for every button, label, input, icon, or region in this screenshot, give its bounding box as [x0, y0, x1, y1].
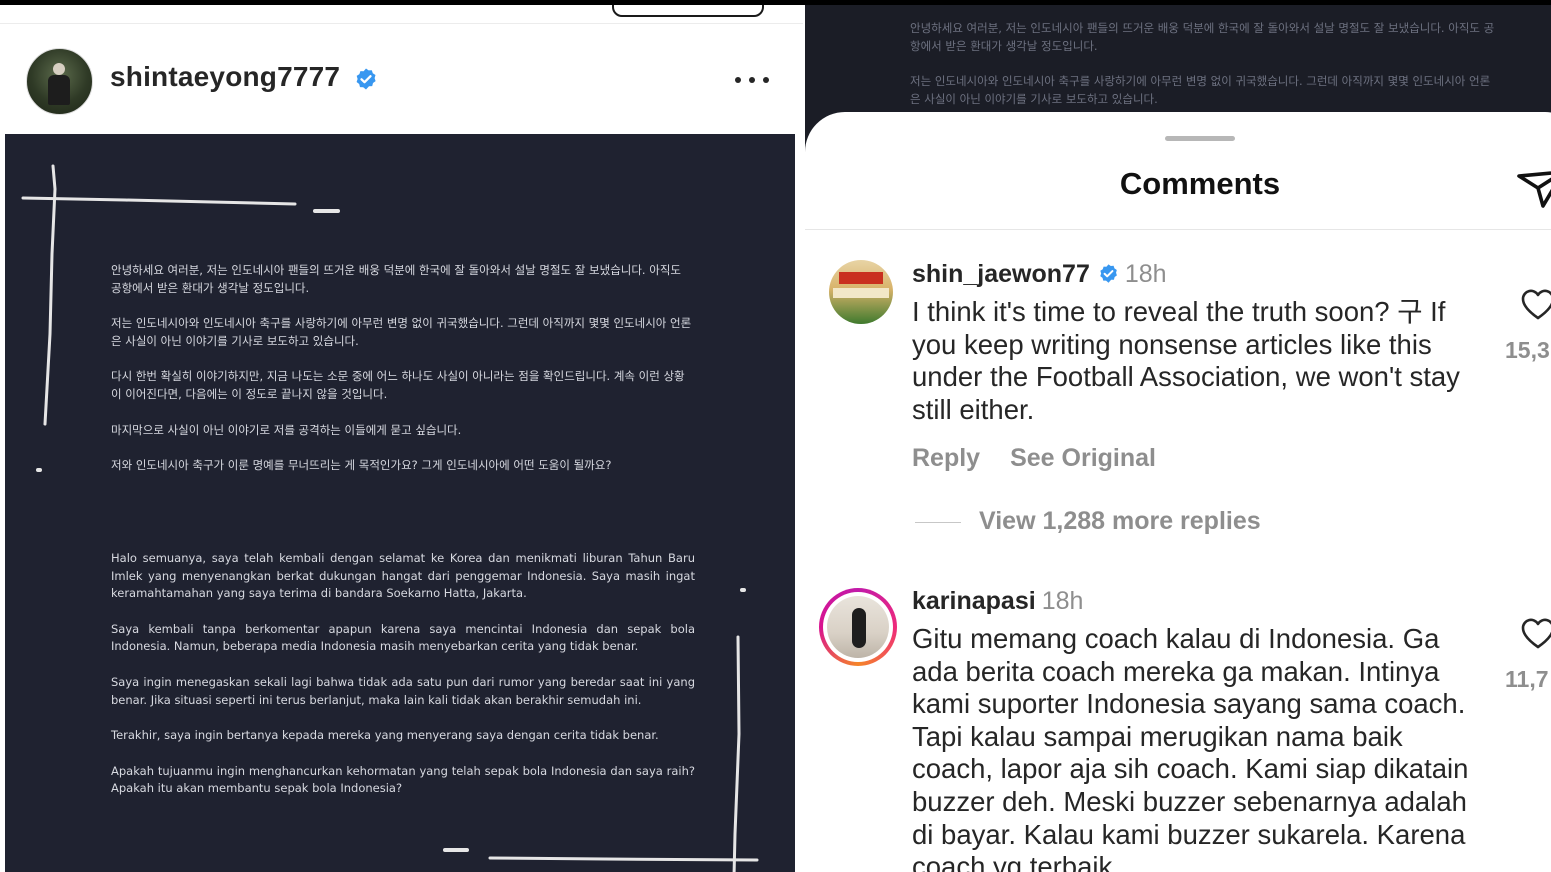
- top-tab-pill: [612, 5, 764, 17]
- share-send-icon[interactable]: [1515, 164, 1551, 214]
- heart-icon[interactable]: [1521, 289, 1551, 321]
- comment-actions: Reply See Original: [912, 444, 1156, 473]
- post-image[interactable]: 안녕하세요 여러분, 저는 인도네시아 팬들의 뜨거운 배웅 덕분에 한국에 잘…: [5, 134, 795, 872]
- comment-text: Gitu memang coach kalau di Indonesia. Ga…: [912, 623, 1469, 872]
- comment-avatar[interactable]: [829, 260, 893, 324]
- header-divider: [0, 23, 803, 24]
- indonesian-paragraph: Halo semuanya, saya telah kembali dengan…: [111, 551, 695, 601]
- heart-icon[interactable]: [1521, 618, 1551, 650]
- post-username[interactable]: shintaeyong7777: [110, 61, 340, 93]
- see-original-button[interactable]: See Original: [1010, 444, 1156, 472]
- indonesian-paragraph: Terakhir, saya ingin bertanya kepada mer…: [111, 728, 659, 743]
- background-post-text: 안녕하세요 여러분, 저는 인도네시아 팬들의 뜨거운 배웅 덕분에 한국에 잘…: [910, 20, 1500, 108]
- comment-time: 18h: [1124, 260, 1167, 288]
- comment-avatar-story-ring[interactable]: [819, 588, 897, 666]
- more-options-icon[interactable]: [732, 71, 772, 89]
- post-korean-text: 안녕하세요 여러분, 저는 인도네시아 팬들의 뜨거운 배웅 덕분에 한국에 잘…: [111, 262, 695, 475]
- indonesian-paragraph: Saya kembali tanpa berkomentar apapun ka…: [111, 621, 695, 654]
- korean-paragraph: 다시 한번 확실히 이야기하지만, 지금 나도는 소문 중에 어느 하나도 사실…: [111, 369, 685, 401]
- verified-badge-icon: [1100, 264, 1117, 283]
- sheet-divider: [805, 229, 1551, 230]
- korean-paragraph: 마지막으로 사실이 아닌 이야기로 저를 공격하는 이들에게 묻고 싶습니다.: [111, 422, 462, 437]
- avatar-banner: [833, 288, 889, 298]
- comments-sheet: Comments shin_jaewon77 18h I think it's t…: [805, 112, 1551, 872]
- verified-badge-icon: [356, 68, 376, 90]
- comments-panel: 안녕하세요 여러분, 저는 인도네시아 팬들의 뜨거운 배웅 덕분에 한국에 잘…: [805, 5, 1551, 872]
- sheet-drag-handle[interactable]: [1165, 136, 1235, 141]
- post-indonesian-text: Halo semuanya, saya telah kembali dengan…: [111, 550, 695, 798]
- background-paragraph: 저는 인도네시아와 인도네시아 축구를 사랑하기에 아무런 변명 없이 귀국했습…: [910, 74, 1491, 106]
- view-replies-button[interactable]: View 1,288 more replies: [915, 507, 1261, 536]
- view-replies-label: View 1,288 more replies: [979, 507, 1261, 535]
- avatar-body: [48, 75, 70, 105]
- avatar-person: [852, 608, 866, 648]
- indonesian-paragraph: Saya ingin menegaskan sekali lagi bahwa …: [111, 674, 695, 707]
- comment-header: karinapasi 18h: [912, 587, 1083, 616]
- background-paragraph: 안녕하세요 여러분, 저는 인도네시아 팬들의 뜨거운 배웅 덕분에 한국에 잘…: [910, 21, 1495, 53]
- comment-text: I think it's time to reveal the truth so…: [912, 296, 1460, 425]
- comment-username[interactable]: karinapasi: [912, 587, 1036, 615]
- like-count: 11,7: [1505, 666, 1549, 692]
- profile-avatar[interactable]: [26, 48, 93, 115]
- comment-time: 18h: [1041, 587, 1084, 615]
- like-count: 15,3: [1505, 337, 1550, 363]
- comments-title: Comments: [1119, 166, 1281, 201]
- post-panel: shintaeyong7777 안녕하세요 여러분, 저는 인도네시아 팬들의 …: [0, 5, 803, 872]
- korean-paragraph: 저와 인도네시아 축구가 이룬 명예를 무너뜨리는 게 목적인가요? 그게 인도…: [111, 458, 612, 473]
- replies-divider-line: [915, 521, 961, 523]
- comment-header: shin_jaewon77 18h: [912, 260, 1167, 289]
- comment-username[interactable]: shin_jaewon77: [912, 260, 1090, 288]
- reply-button[interactable]: Reply: [912, 444, 980, 472]
- comment-avatar: [827, 596, 889, 658]
- indonesian-paragraph: Apakah tujuanmu ingin menghancurkan keho…: [111, 763, 695, 796]
- korean-paragraph: 저는 인도네시아와 인도네시아 축구를 사랑하기에 아무런 변명 없이 귀국했습…: [111, 316, 692, 348]
- korean-paragraph: 안녕하세요 여러분, 저는 인도네시아 팬들의 뜨거운 배웅 덕분에 한국에 잘…: [111, 263, 681, 295]
- avatar-banner: [839, 272, 883, 284]
- avatar-head: [53, 63, 65, 75]
